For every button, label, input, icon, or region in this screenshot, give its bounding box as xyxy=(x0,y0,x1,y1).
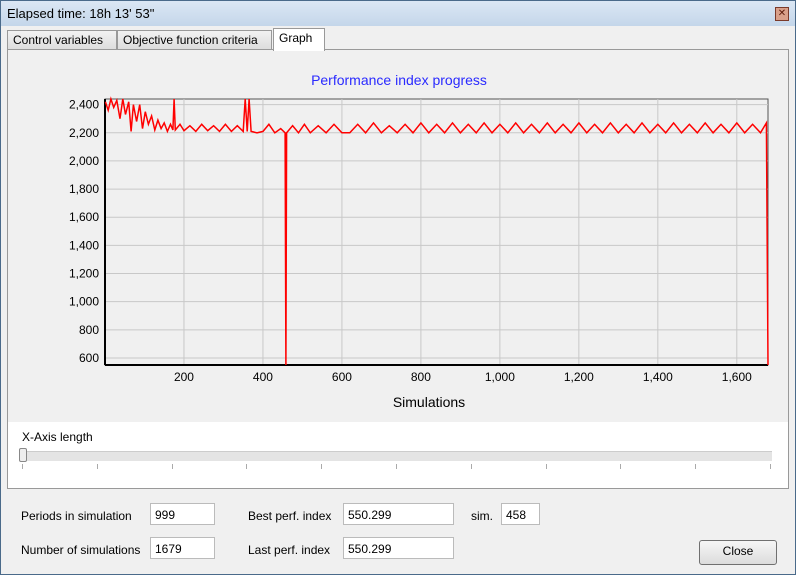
x-tick-label: 1,600 xyxy=(722,370,752,384)
tab-graph[interactable]: Graph xyxy=(273,28,325,51)
slider-tick xyxy=(770,464,771,469)
x-tick-label: 1,000 xyxy=(485,370,515,384)
slider-thumb[interactable] xyxy=(19,448,27,462)
y-tick-label: 600 xyxy=(79,351,99,365)
slider-label: X-Axis length xyxy=(22,430,93,444)
tab-objective-function-criteria[interactable]: Objective function criteria xyxy=(117,30,272,50)
last-index-label: Last perf. index xyxy=(248,543,331,557)
periods-label: Periods in simulation xyxy=(21,509,132,523)
slider-tick xyxy=(620,464,622,469)
plot-frame xyxy=(104,98,769,366)
graph-panel: Performance index progress Simulations 2… xyxy=(7,49,789,489)
y-tick-label: 1,200 xyxy=(69,267,99,281)
y-tick-label: 1,400 xyxy=(69,238,99,252)
tab-control-variables[interactable]: Control variables xyxy=(7,30,117,50)
x-axis-label: Simulations xyxy=(393,394,465,410)
y-tick-label: 800 xyxy=(79,323,99,337)
sim-label: sim. xyxy=(471,509,493,523)
slider-tick xyxy=(396,464,397,469)
sim-field[interactable]: 458 xyxy=(501,503,540,525)
x-tick-label: 800 xyxy=(411,370,431,384)
x-tick-label: 400 xyxy=(253,370,273,384)
close-button[interactable]: Close xyxy=(699,540,777,565)
slider-tick xyxy=(470,464,472,469)
dialog-window: Elapsed time: 18h 13' 53" ✕ Control vari… xyxy=(0,0,796,575)
slider-tick xyxy=(22,464,23,469)
y-tick-label: 1,000 xyxy=(69,295,99,309)
slider-tick xyxy=(695,464,697,469)
best-index-label: Best perf. index xyxy=(248,509,332,523)
last-index-field[interactable]: 550.299 xyxy=(343,537,454,559)
performance-chart: Performance index progress Simulations 2… xyxy=(69,72,769,410)
title-bar: Elapsed time: 18h 13' 53" ✕ xyxy=(1,1,795,26)
slider-tick xyxy=(171,464,173,469)
y-tick-label: 2,000 xyxy=(69,154,99,168)
best-index-field[interactable]: 550.299 xyxy=(343,503,454,525)
periods-field[interactable]: 999 xyxy=(150,503,215,525)
y-tick-label: 2,200 xyxy=(69,126,99,140)
x-tick-label: 1,400 xyxy=(643,370,673,384)
slider-tick xyxy=(96,464,98,469)
nsim-field[interactable]: 1679 xyxy=(150,537,215,559)
x-tick-label: 1,200 xyxy=(564,370,594,384)
slider-tick xyxy=(545,464,547,469)
x-tick-label: 200 xyxy=(174,370,194,384)
slider-tick xyxy=(246,464,248,469)
x-axis-length-slider[interactable] xyxy=(20,451,772,461)
x-tick-label: 600 xyxy=(332,370,352,384)
elapsed-time: Elapsed time: 18h 13' 53" xyxy=(7,6,155,21)
y-tick-label: 1,800 xyxy=(69,182,99,196)
nsim-label: Number of simulations xyxy=(21,543,141,557)
y-tick-label: 1,600 xyxy=(69,210,99,224)
y-tick-label: 2,400 xyxy=(69,98,99,112)
chart-title: Performance index progress xyxy=(311,72,487,88)
close-window-button[interactable]: ✕ xyxy=(775,7,789,21)
slider-tick xyxy=(321,464,323,469)
